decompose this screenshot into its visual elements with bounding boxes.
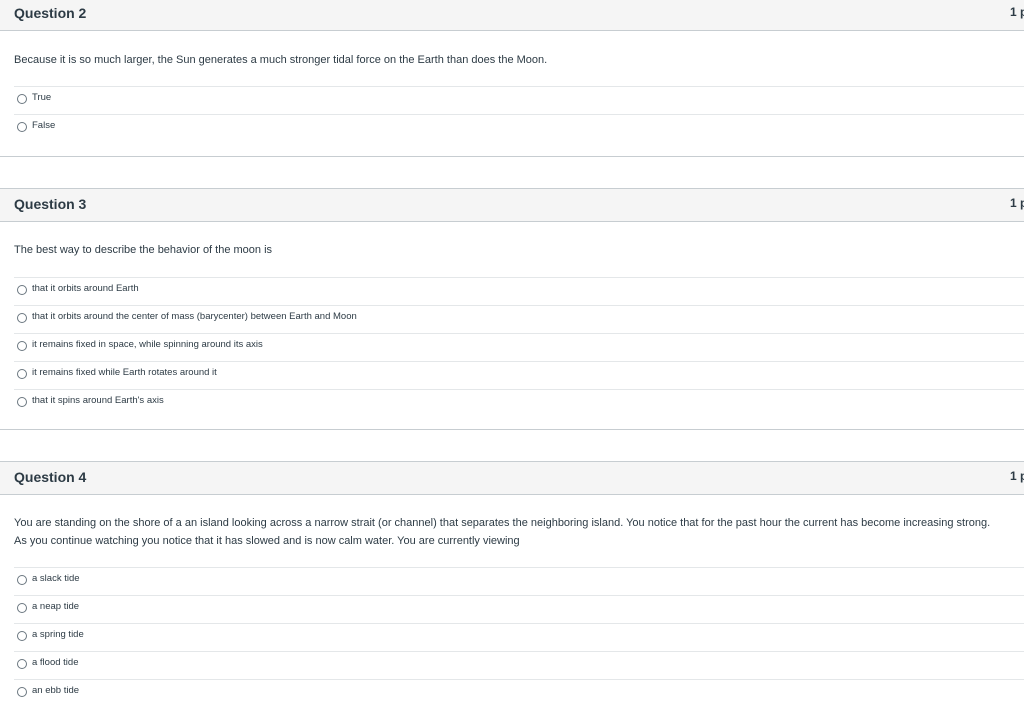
radio-button[interactable] — [17, 397, 27, 407]
question-text: Because it is so much larger, the Sun ge… — [14, 54, 548, 66]
radio-button[interactable] — [17, 122, 27, 132]
radio-button[interactable] — [17, 687, 27, 697]
radio-button[interactable] — [17, 575, 27, 585]
question-divider — [0, 156, 1024, 157]
question-points: 1 p — [1010, 469, 1024, 483]
answer-label[interactable]: a spring tide — [32, 629, 84, 640]
answer-option[interactable]: a slack tide — [14, 567, 1024, 595]
answer-option[interactable]: it remains fixed in space, while spinnin… — [14, 333, 1024, 361]
question-divider — [0, 429, 1024, 430]
answer-label[interactable]: it remains fixed in space, while spinnin… — [32, 339, 263, 350]
answer-list: a slack tide a neap tide a spring tide a… — [14, 567, 1024, 707]
radio-button[interactable] — [17, 94, 27, 104]
question-title: Question 2 — [14, 5, 87, 21]
answer-label[interactable]: a flood tide — [32, 657, 78, 668]
answer-label[interactable]: that it orbits around the center of mass… — [32, 311, 357, 322]
answer-option[interactable]: False — [14, 114, 1024, 142]
answer-label[interactable]: that it spins around Earth's axis — [32, 395, 164, 406]
radio-button[interactable] — [17, 285, 27, 295]
answer-option[interactable]: a spring tide — [14, 623, 1024, 651]
radio-button[interactable] — [17, 341, 27, 351]
radio-button[interactable] — [17, 603, 27, 613]
question-title: Question 4 — [14, 469, 87, 485]
answer-label[interactable]: it remains fixed while Earth rotates aro… — [32, 367, 217, 378]
question-text: The best way to describe the behavior of… — [14, 244, 273, 256]
answer-list: that it orbits around Earth that it orbi… — [14, 277, 1024, 417]
radio-button[interactable] — [17, 631, 27, 641]
answer-option[interactable]: that it orbits around Earth — [14, 277, 1024, 305]
question-points: 1 p — [1010, 196, 1024, 210]
question-text: You are standing on the shore of a an is… — [14, 514, 1024, 550]
answer-label[interactable]: True — [32, 92, 51, 103]
question-text-line-2: As you continue watching you notice that… — [14, 535, 520, 547]
radio-button[interactable] — [17, 313, 27, 323]
answer-option[interactable]: an ebb tide — [14, 679, 1024, 707]
question-header: Question 4 1 p — [0, 461, 1024, 495]
question-text-line-1: You are standing on the shore of a an is… — [14, 517, 991, 529]
answer-label[interactable]: a slack tide — [32, 573, 80, 584]
answer-label[interactable]: an ebb tide — [32, 685, 79, 696]
question-header: Question 2 1 p — [0, 0, 1024, 31]
answer-label[interactable]: that it orbits around Earth — [32, 283, 139, 294]
answer-option[interactable]: it remains fixed while Earth rotates aro… — [14, 361, 1024, 389]
answer-label[interactable]: a neap tide — [32, 601, 79, 612]
answer-option[interactable]: a neap tide — [14, 595, 1024, 623]
question-header: Question 3 1 p — [0, 188, 1024, 222]
answer-option[interactable]: True — [14, 86, 1024, 114]
answer-list: True False — [14, 86, 1024, 142]
question-title: Question 3 — [14, 196, 87, 212]
answer-label[interactable]: False — [32, 120, 55, 131]
question-points: 1 p — [1010, 5, 1024, 19]
radio-button[interactable] — [17, 369, 27, 379]
answer-option[interactable]: a flood tide — [14, 651, 1024, 679]
answer-option[interactable]: that it spins around Earth's axis — [14, 389, 1024, 417]
radio-button[interactable] — [17, 659, 27, 669]
answer-option[interactable]: that it orbits around the center of mass… — [14, 305, 1024, 333]
